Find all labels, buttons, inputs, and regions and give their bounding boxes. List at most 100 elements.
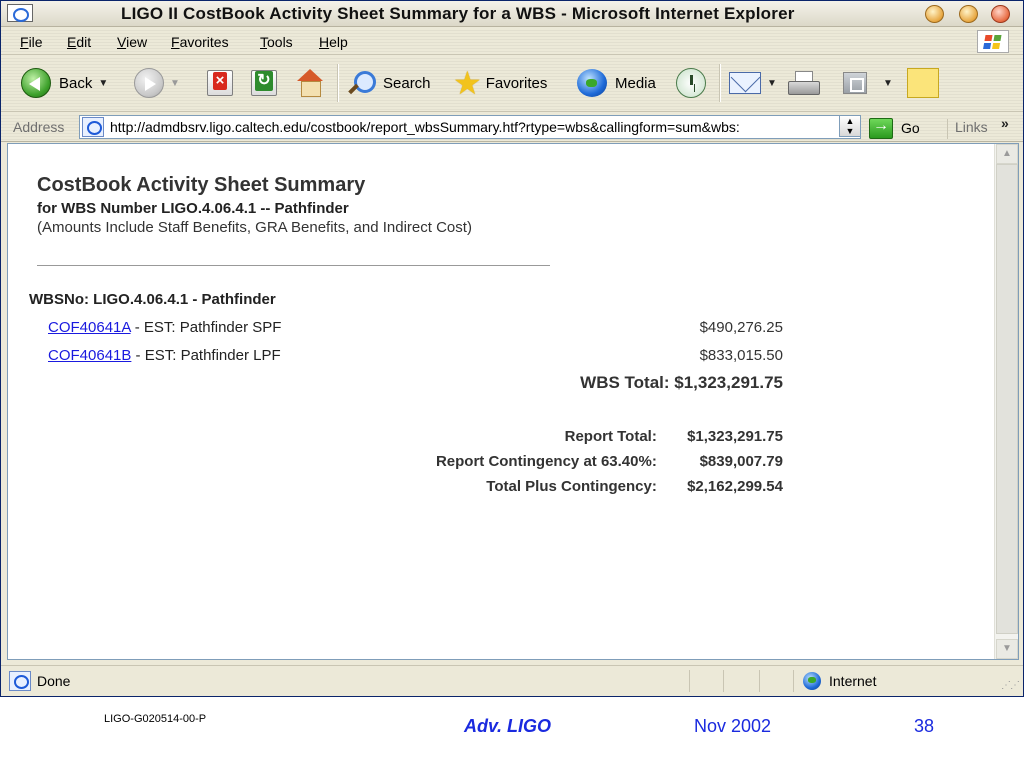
history-icon <box>676 68 706 98</box>
report-total-value: $1,323,291.75 <box>687 428 783 445</box>
edit-dropdown-icon[interactable]: ▼ <box>883 78 893 89</box>
list-item: COF40641B - EST: Pathfinder LPF <box>48 347 281 364</box>
total-plus-contingency-value: $2,162,299.54 <box>687 478 783 495</box>
close-button[interactable] <box>991 5 1010 23</box>
stop-button[interactable] <box>207 66 233 100</box>
list-item: COF40641A - EST: Pathfinder SPF <box>48 319 281 336</box>
scroll-down-icon[interactable]: ▼ <box>996 639 1018 659</box>
links-button[interactable]: Links <box>947 119 988 139</box>
back-label: Back <box>59 74 93 92</box>
footer-page-number: 38 <box>914 716 935 736</box>
discuss-button[interactable] <box>907 66 939 100</box>
page-note: (Amounts Include Staff Benefits, GRA Ben… <box>37 219 472 236</box>
go-label: Go <box>901 120 920 136</box>
mail-button[interactable]: ▼ <box>729 66 777 100</box>
contingency-value: $839,007.79 <box>699 453 783 470</box>
scroll-thumb[interactable] <box>996 164 1018 634</box>
forward-arrow-icon <box>134 68 164 98</box>
security-zone: Internet <box>829 673 877 689</box>
resize-grip-icon[interactable]: ⋰⋰ <box>1001 680 1020 691</box>
edit-button[interactable]: ▼ <box>843 66 893 100</box>
toolbar-separator <box>719 64 721 102</box>
toolbar: Back ▼ ▼ Search ★ Favorites Media <box>1 56 1023 112</box>
vertical-scrollbar[interactable]: ▲ ▼ <box>994 144 1018 659</box>
home-icon <box>295 69 325 97</box>
history-button[interactable] <box>676 66 706 100</box>
internet-zone-icon <box>803 672 821 690</box>
media-button[interactable]: Media <box>577 66 656 100</box>
favorites-star-icon: ★ <box>453 65 482 101</box>
ie-page-icon <box>9 671 31 691</box>
total-plus-contingency-line: Total Plus Contingency: $2,162,299.54 <box>486 478 783 495</box>
address-dropdown-icon[interactable]: ▲ ▼ <box>839 115 861 137</box>
address-url[interactable]: http://admdbsrv.ligo.caltech.edu/costboo… <box>110 119 838 135</box>
media-icon <box>577 69 607 97</box>
menu-file[interactable]: File <box>20 34 43 50</box>
address-bar: Address http://admdbsrv.ligo.caltech.edu… <box>1 113 1023 142</box>
home-button[interactable] <box>295 66 325 100</box>
menu-edit[interactable]: Edit <box>67 34 91 50</box>
activity-amount: $833,015.50 <box>699 347 783 364</box>
footer-date: Nov 2002 <box>694 716 772 736</box>
total-plus-contingency-label: Total Plus Contingency: <box>486 478 657 495</box>
menu-help[interactable]: Help <box>319 34 348 50</box>
back-dropdown-icon[interactable]: ▼ <box>98 78 108 89</box>
edit-page-icon <box>843 72 867 94</box>
ie-page-icon <box>82 117 104 137</box>
forward-dropdown-icon[interactable]: ▼ <box>170 78 180 89</box>
menu-tools[interactable]: Tools <box>260 34 293 50</box>
report-page: CostBook Activity Sheet Summary for WBS … <box>8 144 994 659</box>
activity-description: - EST: Pathfinder SPF <box>130 319 282 336</box>
menu-view[interactable]: View <box>117 34 147 50</box>
contingency-line: Report Contingency at 63.40%: $839,007.7… <box>436 453 783 470</box>
footer-doc-id: LIGO-G020514-00-P <box>104 713 207 725</box>
menu-bar: File Edit View Favorites Tools Help <box>1 28 1023 55</box>
title-bar: LIGO II CostBook Activity Sheet Summary … <box>1 1 1023 27</box>
search-button[interactable]: Search <box>347 66 431 100</box>
windows-logo-icon <box>977 30 1009 53</box>
maximize-button[interactable] <box>959 5 978 23</box>
search-label: Search <box>383 74 431 92</box>
status-divider <box>759 670 760 692</box>
browser-window: LIGO II CostBook Activity Sheet Summary … <box>0 0 1024 697</box>
menu-favorites[interactable]: Favorites <box>171 34 229 50</box>
minimize-button[interactable] <box>925 5 944 23</box>
footer-title: Adv. LIGO <box>464 716 552 736</box>
activity-link-cof40641b[interactable]: COF40641B <box>48 347 131 364</box>
favorites-label: Favorites <box>485 74 548 92</box>
report-total-label: Report Total: <box>564 428 657 445</box>
status-text: Done <box>37 673 71 689</box>
address-input[interactable]: http://admdbsrv.ligo.caltech.edu/costboo… <box>79 115 861 139</box>
page-subtitle: for WBS Number LIGO.4.06.4.1 -- Pathfind… <box>37 200 349 217</box>
search-icon <box>347 69 376 97</box>
print-button[interactable] <box>787 66 820 100</box>
activity-amount: $490,276.25 <box>699 319 783 336</box>
status-bar: Done Internet ⋰⋰ <box>1 665 1023 696</box>
refresh-button[interactable] <box>251 66 277 100</box>
media-label: Media <box>615 74 656 92</box>
discuss-note-icon <box>907 68 939 98</box>
window-title: LIGO II CostBook Activity Sheet Summary … <box>121 4 795 23</box>
refresh-icon <box>251 70 277 96</box>
contingency-label: Report Contingency at 63.40%: <box>435 453 657 470</box>
favorites-button[interactable]: ★ Favorites <box>453 66 547 100</box>
go-button[interactable]: Go <box>869 116 920 140</box>
status-divider <box>793 670 794 692</box>
mail-dropdown-icon[interactable]: ▼ <box>767 78 777 89</box>
scroll-up-icon[interactable]: ▲ <box>996 144 1018 164</box>
stop-icon <box>207 70 233 96</box>
activity-description: - EST: Pathfinder LPF <box>131 347 281 364</box>
go-arrow-icon <box>869 117 893 139</box>
chevron-right-icon[interactable]: » <box>1001 115 1009 131</box>
back-button[interactable]: Back ▼ <box>21 66 108 100</box>
address-label: Address <box>13 119 65 135</box>
print-icon <box>787 71 820 95</box>
page-title: CostBook Activity Sheet Summary <box>37 174 366 196</box>
report-total-line: Report Total: $1,323,291.75 <box>565 428 783 445</box>
divider <box>37 265 550 266</box>
status-divider <box>723 670 724 692</box>
forward-button[interactable]: ▼ <box>134 66 180 100</box>
wbs-heading: WBSNo: LIGO.4.06.4.1 - Pathfinder <box>29 291 276 308</box>
ie-app-icon[interactable] <box>7 4 33 22</box>
activity-link-cof40641a[interactable]: COF40641A <box>48 319 131 336</box>
